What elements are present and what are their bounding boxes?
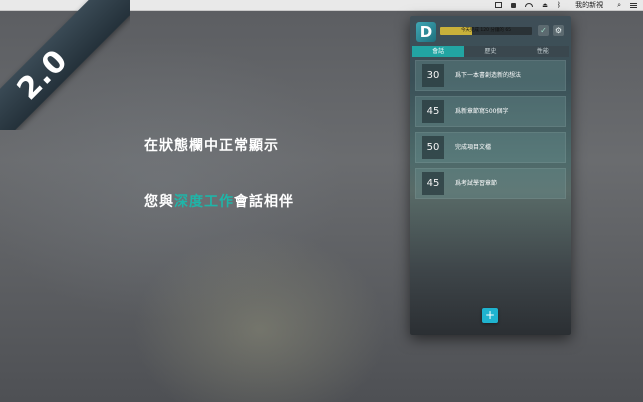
app-status-icon[interactable] <box>495 2 503 8</box>
check-icon[interactable]: ✓ <box>538 25 549 36</box>
tab-performance[interactable]: 性能 <box>516 46 569 57</box>
session-minutes: 50 <box>422 136 444 159</box>
lock-icon[interactable] <box>511 2 517 8</box>
progress-text: 今天完成 120 分鐘的 65 <box>460 28 512 33</box>
session-title: 爲新章節寫500個字 <box>455 108 509 115</box>
bluetooth-icon[interactable]: ᛒ <box>557 1 561 9</box>
app-popover: D 今天完成 120 分鐘的 65 ✓ ⚙ 會話 歷史 性能 30 爲下一本書創… <box>410 16 571 335</box>
search-icon[interactable]: ⌕ <box>617 1 621 10</box>
session-item[interactable]: 45 爲考試學習章節 <box>415 168 566 199</box>
panel-header: D 今天完成 120 分鐘的 65 ✓ ⚙ <box>410 16 571 44</box>
version-label: 2.0 <box>10 42 75 107</box>
caption-highlight: 深度工作 <box>174 194 234 210</box>
wifi-icon[interactable] <box>525 3 534 7</box>
app-logo: D <box>416 22 436 42</box>
session-item[interactable]: 30 爲下一本書創造新的想法 <box>415 60 566 91</box>
app-menu-label[interactable]: 我的新視 <box>575 0 603 10</box>
add-session-button[interactable]: + <box>482 308 498 323</box>
caption-statusbar: 在狀態欄中正常顯示 <box>144 138 279 154</box>
session-minutes: 30 <box>422 64 444 87</box>
caption-before: 您與 <box>144 194 174 210</box>
daily-progress-bar: 今天完成 120 分鐘的 65 <box>440 27 532 35</box>
tab-history[interactable]: 歷史 <box>464 46 517 57</box>
tab-sessions[interactable]: 會話 <box>412 46 465 57</box>
session-list: 30 爲下一本書創造新的想法 45 爲新章節寫500個字 50 完成項目文檔 4… <box>415 60 566 204</box>
session-title: 完成項目文檔 <box>455 144 492 151</box>
session-minutes: 45 <box>422 100 444 123</box>
session-item[interactable]: 45 爲新章節寫500個字 <box>415 96 566 127</box>
caption-companion: 您與深度工作會話相伴 <box>144 191 294 211</box>
version-ribbon: 2.0 <box>0 0 130 130</box>
eject-icon[interactable]: ⏏ <box>542 2 548 9</box>
session-title: 爲考試學習章節 <box>455 180 498 187</box>
session-minutes: 45 <box>422 172 444 195</box>
caption-after: 會話相伴 <box>234 194 294 210</box>
session-title: 爲下一本書創造新的想法 <box>455 72 522 79</box>
tab-bar: 會話 歷史 性能 <box>412 46 569 57</box>
gear-icon[interactable]: ⚙ <box>553 25 564 36</box>
session-item[interactable]: 50 完成項目文檔 <box>415 132 566 163</box>
menu-list-icon[interactable] <box>630 2 637 8</box>
